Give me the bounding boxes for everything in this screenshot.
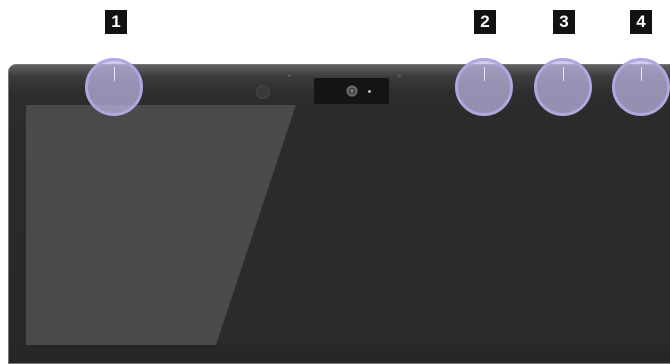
- light-sensor: [256, 85, 270, 99]
- screen-reflection: [26, 105, 296, 345]
- callout-pointer-1: [114, 67, 115, 81]
- camera-indicator-light: [368, 90, 371, 93]
- front-camera-icon: [346, 85, 358, 97]
- callout-pointer-4: [641, 67, 642, 81]
- callout-badge-1: 1: [105, 10, 127, 34]
- callout-pointer-2: [484, 67, 485, 81]
- callout-badge-3: 3: [553, 10, 575, 34]
- microphone-hole: [398, 74, 401, 77]
- microphone-hole: [288, 74, 291, 77]
- display-screen: [26, 105, 670, 345]
- callout-badge-2: 2: [474, 10, 496, 34]
- callout-pointer-3: [563, 67, 564, 81]
- callout-badge-4: 4: [630, 10, 652, 34]
